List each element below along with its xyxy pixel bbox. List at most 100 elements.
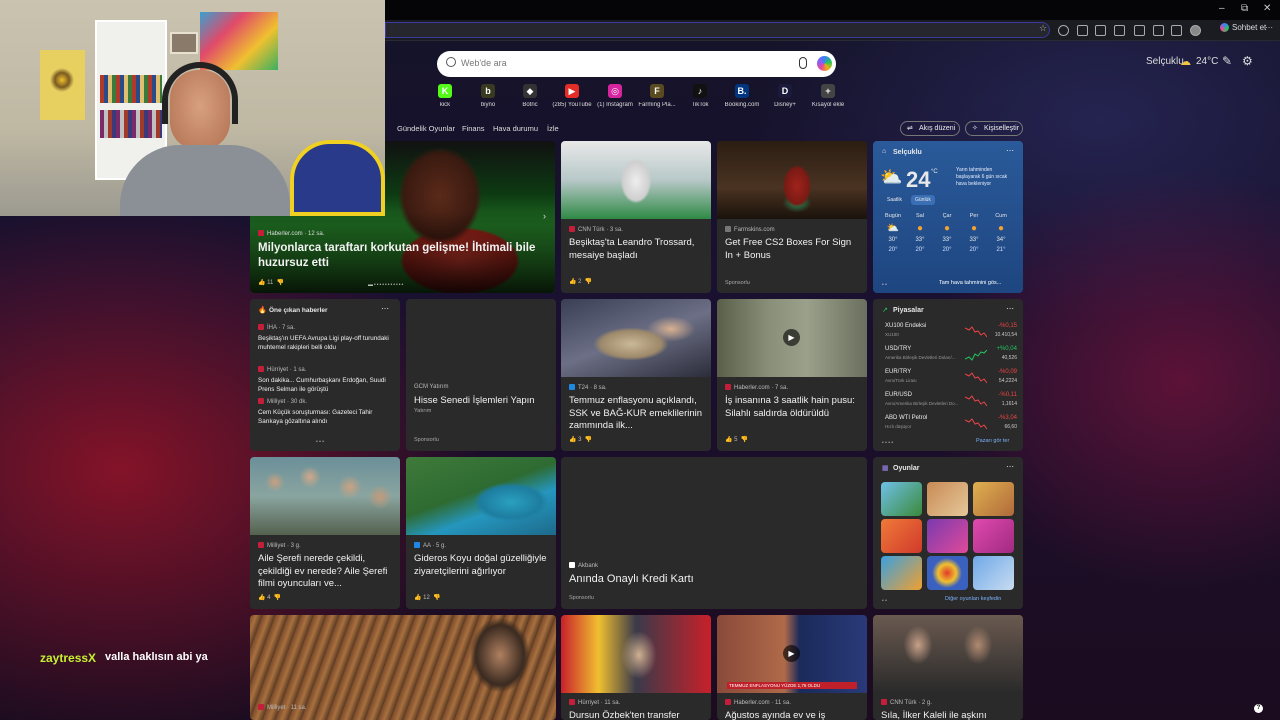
top-news-item-title[interactable]: Beşiktaş'ın UEFA Avrupa Ligi play-off tu…: [258, 334, 394, 352]
weather-full-forecast-link[interactable]: Tam hava tahminini gös...: [939, 280, 1001, 286]
inflation-likes[interactable]: 👍 3 👎: [569, 436, 592, 443]
gcm-title[interactable]: Hisse Senedi İşlemleri Yapın: [414, 395, 550, 408]
weather-card[interactable]: ⌂ Selçuklu ⋯ ⛅ 24 °C Yarın tahminden baş…: [873, 141, 1023, 293]
game-tile-blocks[interactable]: [927, 482, 968, 516]
favorites-icon[interactable]: [1114, 25, 1125, 36]
gideros-title[interactable]: Gideros Koyu doğal güzelliğiyle ziyaretç…: [414, 553, 550, 578]
akbank-title[interactable]: Anında Onaylı Kredi Kartı: [569, 573, 859, 586]
trossard-title[interactable]: Beşiktaş'ta Leandro Trossard, mesaiye ba…: [569, 237, 705, 262]
hero-likes[interactable]: 👍 11 👎: [258, 279, 284, 286]
copilot-chat-button[interactable]: Sohbet et: [1220, 23, 1266, 32]
shortcut-2[interactable]: ◆ Botric: [510, 84, 550, 108]
ambush-title[interactable]: İş insanına 3 saatlik hain pusu: Silahlı…: [725, 395, 861, 420]
market-row[interactable]: XU100 Endeksi XU100 -%0,15 10.410,54: [883, 323, 1019, 345]
downloads-icon[interactable]: [1153, 25, 1164, 36]
more-menu-icon[interactable]: ⋯: [1265, 23, 1276, 34]
inflation-title[interactable]: Temmuz enflasyonu açıklandı, SSK ve BAĞ-…: [569, 395, 707, 433]
help-icon[interactable]: ?: [1254, 704, 1263, 713]
shortcut-6[interactable]: ♪ TikTok: [680, 84, 720, 108]
markets-link[interactable]: Pazarı gör ter: [976, 438, 1009, 444]
farmskins-title[interactable]: Get Free CS2 Boxes For Sign In + Bonus: [725, 237, 861, 262]
game-tile-word[interactable]: [973, 556, 1014, 590]
copilot-icon[interactable]: [817, 56, 832, 71]
hero-title[interactable]: Milyonlarca taraftarı korkutan gelişme! …: [258, 241, 548, 271]
shortcut-8[interactable]: D Disney+: [765, 84, 805, 108]
games-link[interactable]: Diğer oyunları keşfedin: [945, 596, 1001, 602]
games-more-icon[interactable]: ⋯: [1006, 462, 1014, 471]
refresh-icon[interactable]: [1058, 25, 1069, 36]
aile-serefi-likes[interactable]: 👍 4 👎: [258, 594, 281, 601]
nav-weather[interactable]: Hava durumu: [493, 124, 538, 133]
shortcut-0[interactable]: Kkick: [425, 84, 465, 108]
gideros-likes[interactable]: 👍 12 👎: [414, 594, 441, 601]
forecast-day[interactable]: Bugün ⛅ 30° 20°: [881, 213, 905, 253]
ad-card-akbank[interactable]: Akbank Anında Onaylı Kredi Kartı Sponsor…: [561, 457, 867, 609]
close-button[interactable]: ✕: [1263, 3, 1271, 14]
settings-gear-icon[interactable]: ⚙: [1242, 54, 1253, 68]
game-tile-fashion[interactable]: [973, 519, 1014, 553]
game-tile-car-parking[interactable]: [881, 482, 922, 516]
nav-casual-games[interactable]: Gündelik Oyunlar: [397, 124, 455, 133]
maximize-button[interactable]: ⧉: [1241, 3, 1248, 14]
shortcut-9[interactable]: + Kısayol ekle: [808, 84, 848, 108]
aile-serefi-title[interactable]: Aile Şerefi nerede çekildi, çekildiği ev…: [258, 553, 394, 591]
top-news-item-title[interactable]: Cem Küçük soruşturması: Gazeteci Tahir S…: [258, 408, 394, 426]
news-card-bottom-2[interactable]: Hürriyet · 11 sa. Dursun Özbek'ten trans…: [561, 615, 711, 720]
bottom4-title[interactable]: Sıla, İlker Kaleli ile aşkını: [881, 710, 1017, 720]
collections-icon[interactable]: [1134, 25, 1145, 36]
split-screen-icon[interactable]: [1095, 25, 1106, 36]
microphone-icon[interactable]: [799, 57, 807, 69]
ad-card-farmskins[interactable]: Farmskins.com Get Free CS2 Boxes For Sig…: [717, 141, 867, 293]
game-tile-maze[interactable]: [927, 519, 968, 553]
top-news-item-title[interactable]: Son dakika... Cumhurbaşkanı Erdoğan, Suu…: [258, 376, 394, 394]
header-temperature[interactable]: 24°C: [1196, 56, 1218, 67]
shortcut-7[interactable]: B. Booking.com: [722, 84, 762, 108]
shortcut-4[interactable]: ◎ (1) Instagram: [595, 84, 635, 108]
top-news-more-icon[interactable]: ⋯: [381, 304, 389, 313]
bottom3-title[interactable]: Ağustos ayında ev ve iş: [725, 710, 861, 720]
header-location[interactable]: Selçuklu: [1146, 56, 1184, 67]
forecast-day[interactable]: Çar ● 33° 20°: [935, 213, 959, 253]
ad-card-gcm[interactable]: GCM Yatırım Hisse Senedi İşlemleri Yapın…: [406, 299, 556, 451]
forecast-day[interactable]: Cum ● 34° 21°: [989, 213, 1013, 253]
markets-more-icon[interactable]: ⋯: [1006, 304, 1014, 313]
carousel-next-icon[interactable]: ›: [543, 211, 546, 221]
news-card-inflation[interactable]: T24 · 8 sa. Temmuz enflasyonu açıklandı,…: [561, 299, 711, 451]
market-row[interactable]: ABD WTI Petrol Hızlı düşüyor -%3,04 66,60: [883, 415, 1019, 437]
nav-watch[interactable]: İzle: [547, 124, 559, 133]
shortcut-1[interactable]: b biyno: [468, 84, 508, 108]
address-bar[interactable]: [385, 22, 1050, 38]
news-card-aile-serefi[interactable]: Milliyet · 3 g. Aile Şerefi nerede çekil…: [250, 457, 400, 609]
profile-avatar-icon[interactable]: [1190, 25, 1201, 36]
forecast-day[interactable]: Per ● 33° 20°: [962, 213, 986, 253]
extensions-icon[interactable]: [1077, 25, 1088, 36]
news-card-ambush-video[interactable]: ▶ Haberler.com · 7 sa. İş insanına 3 saa…: [717, 299, 867, 451]
play-icon[interactable]: ▶: [783, 645, 800, 662]
shortcut-5[interactable]: F Farming Pla...: [637, 84, 677, 108]
play-icon[interactable]: ▶: [783, 329, 800, 346]
game-tile-runner[interactable]: [881, 556, 922, 590]
news-card-bottom-4[interactable]: CNN Türk · 2 g. Sıla, İlker Kaleli ile a…: [873, 615, 1023, 720]
news-card-bottom-1[interactable]: Milliyet · 11 sa.: [250, 615, 556, 720]
weather-tab-daily[interactable]: Günlük: [911, 195, 935, 205]
weather-tab-hourly[interactable]: Saatlik: [887, 197, 902, 203]
minimize-button[interactable]: –: [1219, 3, 1225, 14]
trossard-likes[interactable]: 👍 2 👎: [569, 278, 592, 285]
edit-pencil-icon[interactable]: ✎: [1222, 54, 1232, 68]
web-search-box[interactable]: Web'de ara: [437, 51, 836, 77]
game-tile-cooking[interactable]: [881, 519, 922, 553]
news-card-bottom-3[interactable]: ▶ TEMMUZ ENFLASYONU YÜZDE 1,76 OLDU Habe…: [717, 615, 867, 720]
market-row[interactable]: EUR/TRY Avro/Türk Lirası -%0,09 54,2224: [883, 369, 1019, 391]
favorite-star-icon[interactable]: ☆: [1039, 23, 1050, 34]
feed-layout-button[interactable]: ⇌ Akış düzeni: [900, 121, 960, 136]
ambush-likes[interactable]: 👍 5 👎: [725, 436, 748, 443]
nav-finance[interactable]: Finans: [462, 124, 485, 133]
news-card-gideros[interactable]: AA · 5 g. Gideros Koyu doğal güzelliğiyl…: [406, 457, 556, 609]
forecast-day[interactable]: Sal ● 33° 20°: [908, 213, 932, 253]
weather-location[interactable]: Selçuklu: [893, 149, 922, 156]
game-tile-wheel[interactable]: [927, 556, 968, 590]
market-row[interactable]: EUR/USD Avro/Amerika Birleşik Devletleri …: [883, 392, 1019, 414]
game-tile-doll[interactable]: [973, 482, 1014, 516]
news-card-trossard[interactable]: CNN Türk · 3 sa. Beşiktaş'ta Leandro Tro…: [561, 141, 711, 293]
shortcut-3[interactable]: ▶ (285) YouTube: [552, 84, 592, 108]
